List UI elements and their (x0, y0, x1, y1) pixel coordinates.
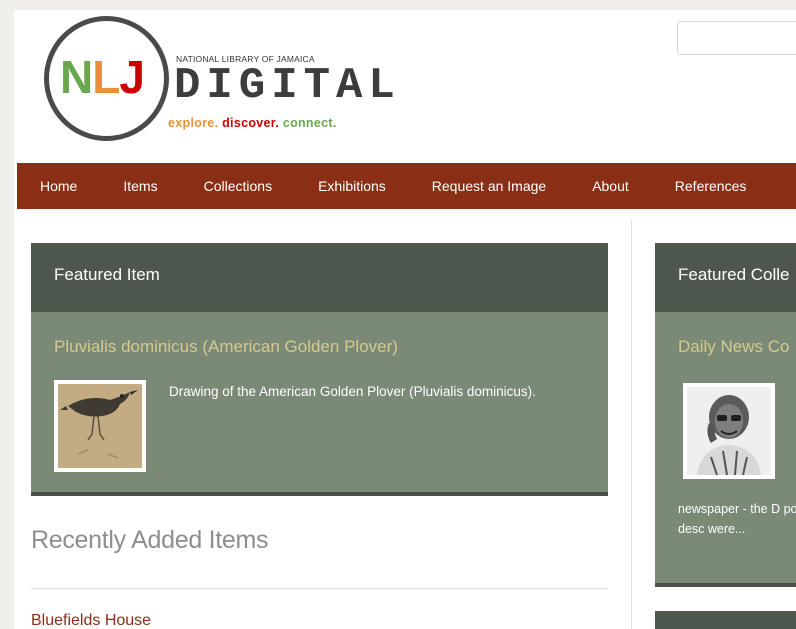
bird-drawing-thumbnail[interactable] (54, 380, 146, 472)
nav-collections[interactable]: Collections (181, 178, 295, 194)
nav-exhibitions[interactable]: Exhibitions (295, 178, 409, 194)
tagline-explore: explore. (168, 116, 219, 130)
divider (31, 588, 608, 589)
nav-request-image[interactable]: Request an Image (409, 178, 569, 194)
column-divider (631, 220, 632, 629)
page: NLJ NATIONAL LIBRARY OF JAMAICA DIGITAL … (14, 10, 796, 629)
nav-items[interactable]: Items (100, 178, 180, 194)
bird-drawing-icon (58, 384, 142, 468)
logo-letter-n: N (60, 51, 93, 103)
logo-letter-l: L (92, 51, 120, 103)
featured-item-title-link[interactable]: Pluvialis dominicus (American Golden Plo… (54, 337, 398, 357)
nav-home[interactable]: Home (17, 178, 100, 194)
tagline-connect: connect. (282, 116, 337, 130)
logo-digital-text: DIGITAL (174, 61, 401, 111)
recently-added-heading: Recently Added Items (31, 526, 269, 554)
featured-item-heading: Featured Item (31, 243, 608, 312)
main-nav: Home Items Collections Exhibitions Reque… (17, 163, 796, 209)
nav-about[interactable]: About (569, 178, 652, 194)
search-input[interactable] (677, 21, 796, 55)
featured-item-description: Drawing of the American Golden Plover (P… (169, 384, 536, 399)
featured-collection-panel: Featured Colle Daily News Co newspaper -… (655, 243, 796, 587)
man-portrait-icon (687, 387, 771, 475)
logo-nlj-letters: NLJ (60, 50, 145, 104)
featured-collection-description: newspaper - the D possible, the desc wer… (678, 502, 796, 536)
logo-letter-j: J (119, 51, 145, 103)
next-panel-header (655, 611, 796, 629)
tagline-discover: discover. (222, 116, 280, 130)
site-logo[interactable]: NLJ NATIONAL LIBRARY OF JAMAICA DIGITAL … (44, 16, 395, 144)
man-portrait-thumbnail[interactable] (683, 383, 775, 479)
nav-references[interactable]: References (652, 178, 770, 194)
recent-item-link[interactable]: Bluefields House (31, 612, 151, 629)
featured-collection-title-link[interactable]: Daily News Co (678, 337, 789, 357)
logo-tagline: explore. discover. connect. (168, 116, 337, 130)
featured-item-panel: Featured Item Pluvialis dominicus (Ameri… (31, 243, 608, 496)
featured-collection-heading: Featured Colle (655, 243, 796, 312)
